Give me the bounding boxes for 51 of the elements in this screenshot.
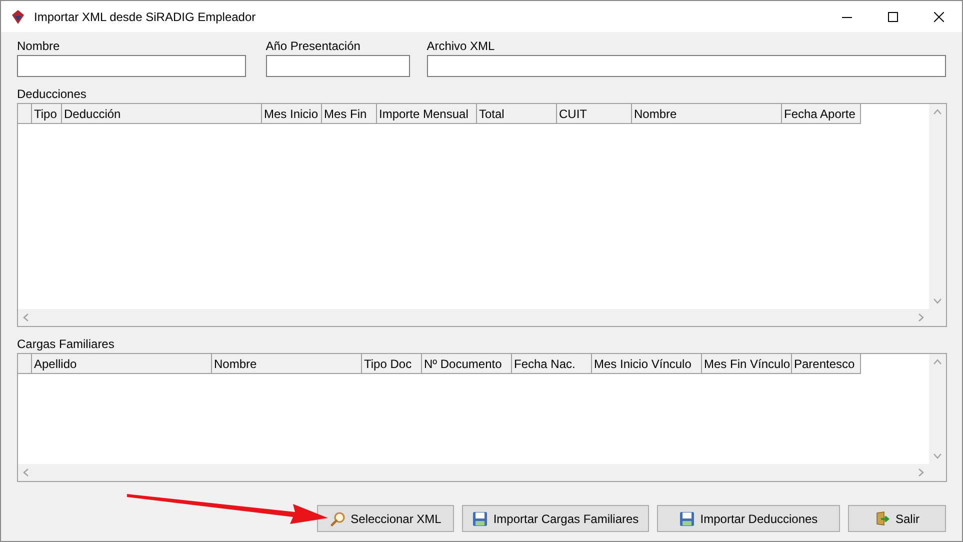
input-field[interactable] [17, 55, 246, 77]
column-header[interactable]: Nombre [632, 104, 782, 124]
column-header[interactable]: CUIT [557, 104, 632, 124]
column-header[interactable]: Mes Inicio Vínculo [592, 354, 702, 374]
column-header[interactable]: Importe Mensual [377, 104, 477, 124]
column-header[interactable]: Nº Documento [422, 354, 512, 374]
close-icon[interactable] [934, 12, 944, 22]
action-button[interactable]: Importar Deducciones [657, 505, 840, 532]
scroll-left-icon[interactable] [22, 313, 31, 322]
scroll-down-icon[interactable] [933, 451, 942, 460]
exit-icon [874, 510, 890, 526]
data-grid[interactable]: Apellido Nombre Tipo Doc Nº Documento Fecha Nac. Mes Inicio Vínculo Mes Fin Vínculo Parentesco [17, 353, 947, 482]
column-header[interactable]: Tipo [32, 104, 62, 124]
column-header[interactable]: Mes Inicio [262, 104, 322, 124]
maximize-icon[interactable] [888, 12, 898, 22]
app-icon [10, 8, 26, 24]
field-label: Archivo XML [426, 39, 496, 53]
column-header[interactable]: Mes Fin [322, 104, 377, 124]
input-field[interactable] [426, 55, 946, 77]
action-button[interactable]: Importar Cargas Familiares [462, 505, 649, 532]
column-header[interactable]: Tipo Doc [362, 354, 422, 374]
scroll-up-icon[interactable] [933, 358, 942, 367]
horizontal-scrollbar[interactable] [18, 309, 929, 326]
action-button[interactable]: Seleccionar XML [317, 505, 454, 532]
scroll-down-icon[interactable] [933, 296, 942, 305]
field-label: Año Presentación [266, 39, 362, 53]
column-header[interactable]: Parentesco [792, 354, 861, 374]
section-label: Cargas Familiares [17, 337, 116, 351]
input-field[interactable] [266, 55, 410, 77]
horizontal-scrollbar[interactable] [18, 464, 929, 481]
vertical-scrollbar[interactable] [929, 104, 946, 309]
field-label: Nombre [17, 39, 61, 53]
row-indicator-header [18, 354, 32, 374]
section-label: Deducciones [17, 87, 88, 101]
row-indicator-header [18, 104, 32, 124]
column-header[interactable]: Total [477, 104, 557, 124]
scroll-left-icon[interactable] [22, 468, 31, 477]
column-header[interactable]: Mes Fin Vínculo [702, 354, 792, 374]
vertical-scrollbar[interactable] [929, 354, 946, 464]
scroll-right-icon[interactable] [916, 313, 925, 322]
column-header[interactable]: Deducción [62, 104, 262, 124]
column-header[interactable]: Nombre [212, 354, 362, 374]
magnifier-icon [330, 510, 346, 526]
column-header[interactable]: Fecha Aporte [782, 104, 861, 124]
column-header[interactable]: Apellido [32, 354, 212, 374]
column-header[interactable]: Fecha Nac. [512, 354, 592, 374]
window-title: Importar XML desde SiRADIG Empleador [34, 10, 256, 24]
data-grid[interactable]: Tipo Deducción Mes Inicio Mes Fin Importe Mensual Total CUIT Nombre Fecha Aporte [17, 103, 947, 327]
action-button[interactable]: Salir [848, 505, 946, 532]
scroll-up-icon[interactable] [933, 108, 942, 117]
scroll-right-icon[interactable] [916, 468, 925, 477]
